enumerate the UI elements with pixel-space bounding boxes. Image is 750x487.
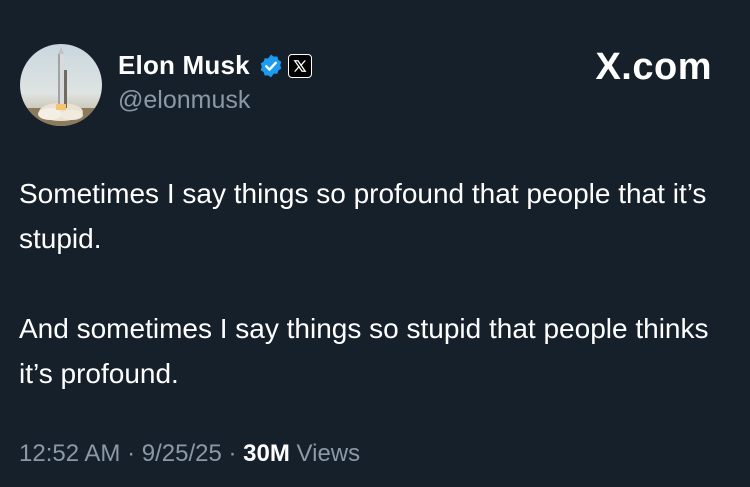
author-handle[interactable]: @elonmusk bbox=[118, 86, 250, 115]
x-logo-icon[interactable] bbox=[287, 53, 312, 78]
tweet-date[interactable]: 9/25/25 bbox=[142, 440, 222, 467]
verified-badge-icon bbox=[258, 53, 284, 79]
avatar[interactable] bbox=[20, 44, 102, 126]
tweet-meta: 12:52 AM · 9/25/25 · 30M Views bbox=[19, 440, 360, 468]
tweet-paragraph: Sometimes I say things so profound that … bbox=[19, 178, 707, 254]
author-name[interactable]: Elon Musk bbox=[118, 50, 250, 81]
tweet-paragraph: And sometimes I say things so stupid tha… bbox=[19, 313, 709, 389]
rocket-launch-image bbox=[20, 44, 102, 126]
brand-label: X.com bbox=[595, 46, 712, 88]
separator: · bbox=[127, 440, 136, 467]
views-count: 30M bbox=[243, 440, 290, 467]
author-name-row: Elon Musk bbox=[118, 50, 312, 81]
tweet-time[interactable]: 12:52 AM bbox=[19, 440, 120, 467]
tweet-text: Sometimes I say things so profound that … bbox=[19, 171, 731, 396]
views-label: Views bbox=[296, 440, 361, 467]
separator: · bbox=[228, 440, 237, 467]
